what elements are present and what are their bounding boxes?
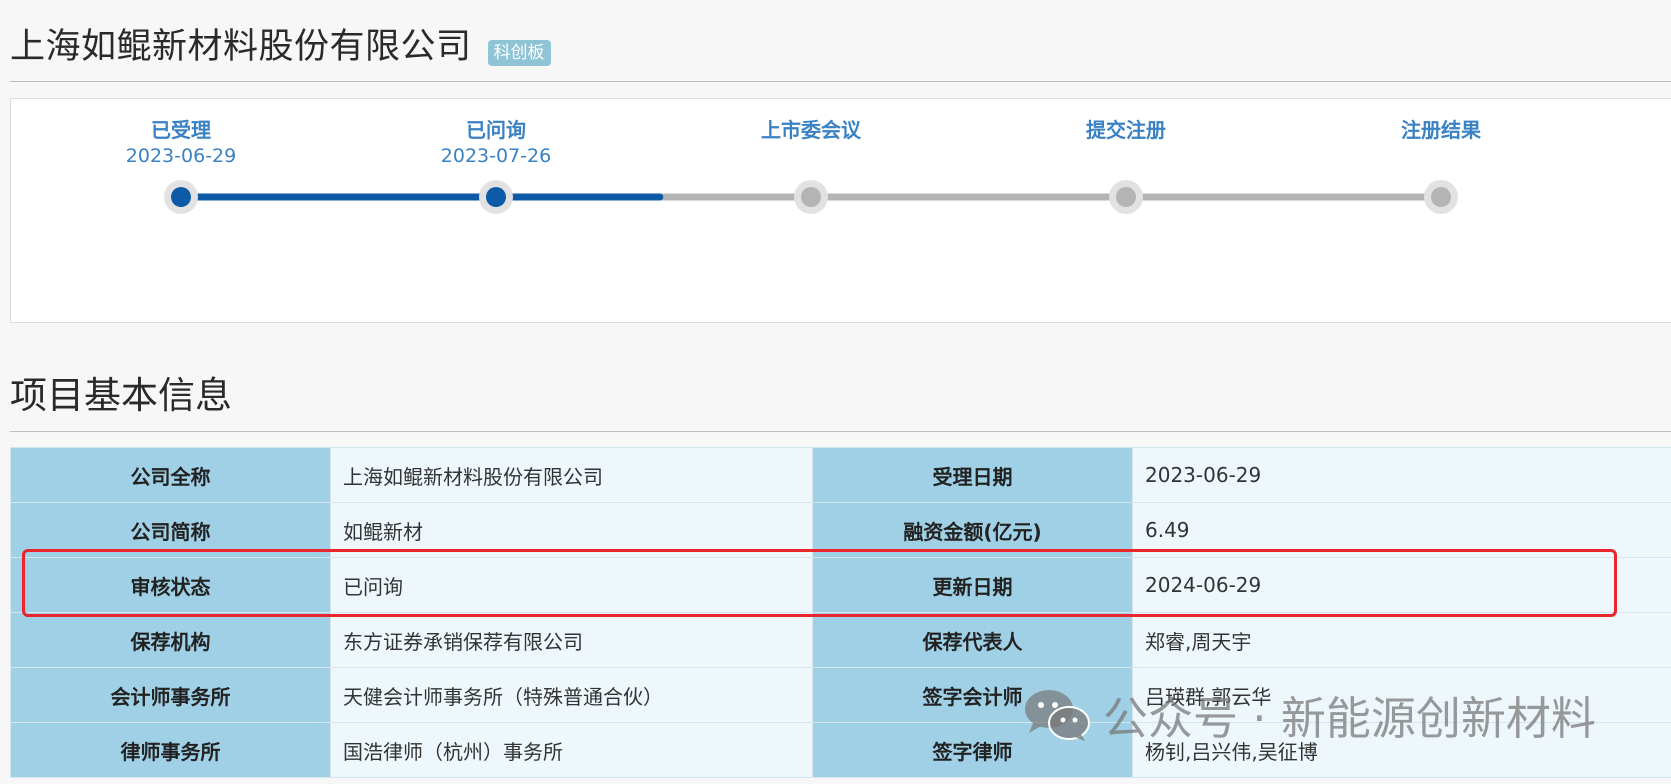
label-accounting-firm: 会计师事务所 [10, 667, 331, 723]
value-law-firm: 国浩律师（杭州）事务所 [330, 722, 813, 778]
step-dot [1431, 187, 1451, 207]
step-label-submit-registration: 提交注册 [1086, 118, 1166, 142]
watermark-text: 公众号 · 新能源创新材料 [1103, 692, 1596, 745]
value-company-short-name: 如鲲新材 [330, 502, 813, 558]
value-review-status: 已问询 [330, 557, 813, 613]
step-date-accepted: 2023-06-29 [125, 145, 237, 167]
label-sponsor: 保荐机构 [10, 612, 331, 668]
progress-panel: 已受理 2023-06-29 已问询 2023-07-26 上市委会议 提交注册… [10, 98, 1671, 323]
label-accept-date: 受理日期 [812, 447, 1133, 503]
company-header: 上海如鲲新材料股份有限公司 科创板 [10, 24, 1671, 82]
table-row: 公司简称 如鲲新材 融资金额(亿元) 6.49 [10, 502, 1671, 558]
value-update-date: 2024-06-29 [1132, 557, 1671, 613]
table-row: 保荐机构 东方证券承销保荐有限公司 保荐代表人 郑睿,周天宇 [10, 612, 1671, 668]
label-sponsor-representatives: 保荐代表人 [812, 612, 1133, 668]
board-badge: 科创板 [487, 40, 551, 66]
value-sponsor-representatives: 郑睿,周天宇 [1132, 612, 1671, 668]
step-label-listing-committee: 上市委会议 [761, 118, 861, 142]
step-label-accepted: 已受理 [151, 118, 211, 142]
step-date-inquired: 2023-07-26 [440, 145, 552, 167]
label-financing-amount: 融资金额(亿元) [812, 502, 1133, 558]
value-sponsor: 东方证券承销保荐有限公司 [330, 612, 813, 668]
label-review-status: 审核状态 [10, 557, 331, 613]
step-dot [801, 187, 821, 207]
page: 上海如鲲新材料股份有限公司 科创板 已受理 2023-06-29 已问询 202… [0, 0, 1671, 784]
label-company-short-name: 公司简称 [10, 502, 331, 558]
value-accounting-firm: 天健会计师事务所（特殊普通合伙） [330, 667, 813, 723]
step-dot [1116, 187, 1136, 207]
label-law-firm: 律师事务所 [10, 722, 331, 778]
table-row: 公司全称 上海如鲲新材料股份有限公司 受理日期 2023-06-29 [10, 447, 1671, 503]
label-update-date: 更新日期 [812, 557, 1133, 613]
step-label-inquired: 已问询 [466, 118, 526, 142]
table-row: 审核状态 已问询 更新日期 2024-06-29 [10, 557, 1671, 613]
value-company-full-name: 上海如鲲新材料股份有限公司 [330, 447, 813, 503]
section-title: 项目基本信息 [10, 370, 1671, 432]
value-financing-amount: 6.49 [1132, 502, 1671, 558]
company-title: 上海如鲲新材料股份有限公司 [10, 27, 472, 67]
step-dot [171, 187, 191, 207]
step-label-registration-result: 注册结果 [1401, 118, 1481, 142]
watermark: 公众号 · 新能源创新材料 [1023, 682, 1596, 747]
step-dot [486, 187, 506, 207]
wechat-icon [1025, 689, 1090, 741]
label-company-full-name: 公司全称 [10, 447, 331, 503]
value-accept-date: 2023-06-29 [1132, 447, 1671, 503]
